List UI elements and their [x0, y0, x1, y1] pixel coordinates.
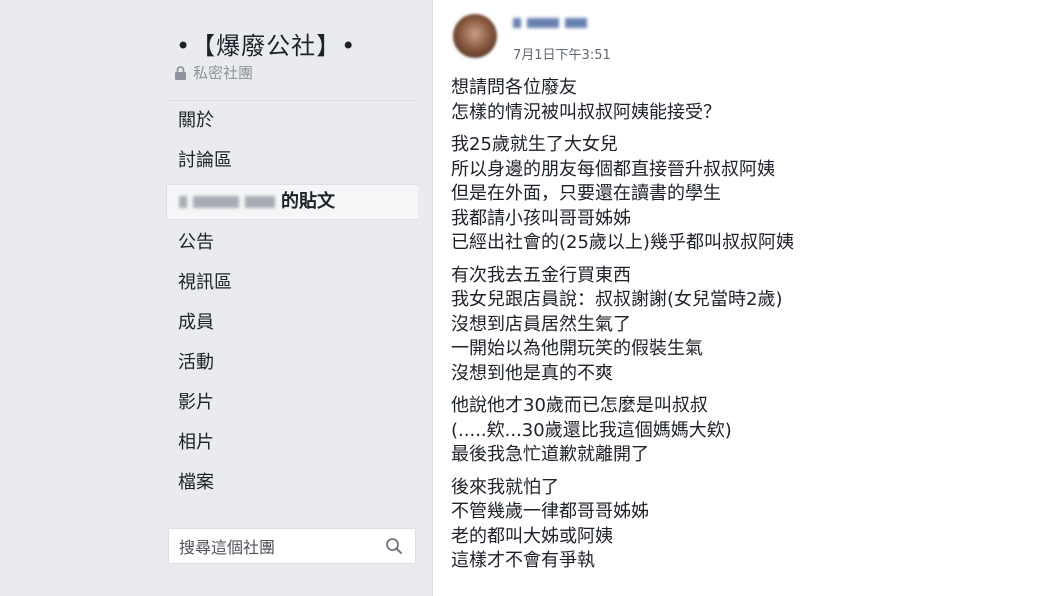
nav-item-discussion[interactable]: 討論區: [166, 141, 418, 181]
post-line: 想請問各位廢友: [451, 77, 577, 98]
nav-item-member-posts[interactable]: 的貼文: [166, 184, 418, 220]
post-line: 我都請小孩叫哥哥姊姊: [451, 207, 631, 229]
group-title[interactable]: •【爆廢公社】•: [176, 26, 356, 61]
post-line: 這樣才不會有爭執: [451, 550, 595, 571]
post-line: 最後我急忙道歉就離開了: [451, 444, 649, 465]
redacted-name-part: [245, 196, 275, 208]
redacted-author-part: [527, 18, 559, 28]
nav-item-video-area[interactable]: 視訊區: [166, 263, 418, 303]
post-line: 不管幾歲一律都哥哥姊姊: [451, 501, 649, 522]
post-line: 一開始以為他開玩笑的假裝生氣: [451, 338, 703, 359]
nav-item-videos[interactable]: 影片: [166, 383, 418, 423]
group-search-box: [168, 528, 416, 565]
post-paragraph: 後來我就怕了 不管幾歲一律都哥哥姊姊 老的都叫大姊或阿姨 這樣才不會有爭執: [451, 476, 1051, 574]
author-avatar[interactable]: [453, 14, 497, 58]
post-paragraph: 有次我去五金行買東西 我女兒跟店員說：叔叔謝謝(女兒當時2歲) 沒想到店員居然生…: [451, 264, 1051, 387]
post-paragraph: 想請問各位廢友 怎樣的情況被叫叔叔阿姨能接受？: [451, 76, 1051, 125]
lock-icon: [174, 65, 188, 80]
post-line: 他說他才30歲而已怎麼是叫叔叔: [451, 395, 708, 416]
post-timestamp[interactable]: 7月1日下午3:51: [513, 44, 611, 63]
post-line: 我25歲就生了大女兒: [451, 134, 618, 155]
post-paragraph: 他說他才30歲而已怎麼是叫叔叔 (.....欸...30歲還比我這個媽媽大欸) …: [451, 394, 1051, 468]
privacy-label: 私密社團: [193, 64, 254, 82]
post-line: 沒想到他是真的不爽: [451, 362, 613, 384]
post-card: 7月1日下午3:51 想請問各位廢友 怎樣的情況被叫叔叔阿姨能接受？ 我25歲就…: [432, 0, 1060, 596]
nav-item-label: 討論區: [178, 150, 232, 171]
nav-item-label: 關於: [178, 110, 214, 131]
page: •【爆廢公社】• 私密社團 關於 討論區 的貼文 公告 視訊區 成員 活動 影片…: [0, 0, 1060, 596]
nav-item-photos[interactable]: 相片: [166, 423, 418, 463]
nav-item-label: 成員: [178, 312, 214, 333]
nav-item-label: 公告: [178, 232, 214, 253]
post-line: 有次我去五金行買東西: [451, 264, 631, 286]
redacted-author-part: [513, 18, 521, 28]
search-icon[interactable]: [385, 537, 403, 555]
redacted-name-part: [179, 196, 187, 208]
nav-item-announcements[interactable]: 公告: [166, 223, 418, 263]
post-line: 所以身邊的朋友每個都直接晉升叔叔阿姨: [451, 158, 775, 180]
nav-item-about[interactable]: 關於: [166, 101, 418, 141]
post-body: 想請問各位廢友 怎樣的情況被叫叔叔阿姨能接受？ 我25歲就生了大女兒 所以身邊的…: [451, 76, 1051, 582]
nav-item-label: 相片: [178, 432, 214, 453]
group-nav: 關於 討論區 的貼文 公告 視訊區 成員 活動 影片 相片 檔案: [166, 100, 418, 503]
nav-item-label: 視訊區: [178, 272, 232, 293]
group-sidebar: •【爆廢公社】• 私密社團 關於 討論區 的貼文 公告 視訊區 成員 活動 影片…: [166, 0, 418, 596]
post-line: 已經出社會的(25歲以上)幾乎都叫叔叔阿姨: [451, 232, 794, 253]
post-paragraph: 我25歲就生了大女兒 所以身邊的朋友每個都直接晉升叔叔阿姨 但是在外面，只要還在…: [451, 133, 1051, 256]
redacted-author-part: [565, 18, 587, 28]
author-name[interactable]: [513, 16, 593, 30]
nav-item-label: 檔案: [178, 472, 214, 493]
nav-item-label: 影片: [178, 392, 214, 413]
nav-item-members[interactable]: 成員: [166, 303, 418, 343]
group-search-input[interactable]: [169, 529, 381, 565]
nav-item-label: 活動: [178, 352, 214, 373]
post-line: 但是在外面，只要還在讀書的學生: [451, 183, 721, 204]
nav-item-events[interactable]: 活動: [166, 343, 418, 383]
redacted-name-part: [193, 196, 239, 208]
post-line: 後來我就怕了: [451, 476, 559, 498]
nav-item-files[interactable]: 檔案: [166, 463, 418, 503]
post-line: 沒想到店員居然生氣了: [451, 313, 631, 335]
group-privacy: 私密社團: [174, 62, 253, 83]
post-line: 我女兒跟店員說：叔叔謝謝(女兒當時2歲): [451, 289, 783, 310]
post-line: (.....欸...30歲還比我這個媽媽大欸): [451, 419, 732, 441]
nav-item-label: 的貼文: [281, 191, 335, 212]
post-line: 老的都叫大姊或阿姨: [451, 525, 613, 547]
post-line: 怎樣的情況被叫叔叔阿姨能接受？: [451, 101, 721, 123]
